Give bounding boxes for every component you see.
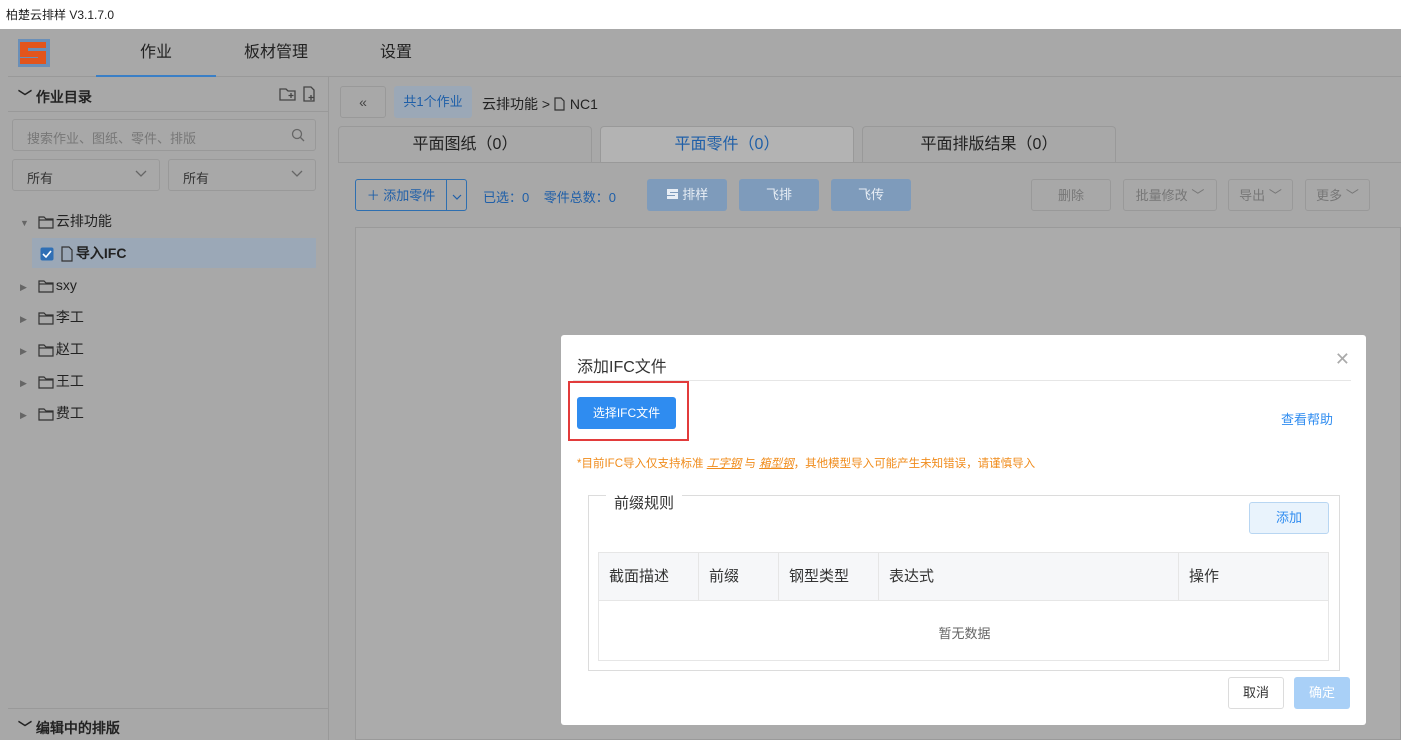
top-nav: 作业 板材管理 设置 [8, 29, 1401, 77]
fly-nest-button[interactable]: 飞排 [739, 179, 819, 211]
part-stats: 已选：0 零件总数：0 [483, 187, 616, 206]
box-steel-link[interactable]: 箱型钢 [759, 458, 794, 470]
caret-right-icon[interactable]: ▶ [20, 368, 34, 398]
section-title: 前缀规则 [606, 492, 683, 513]
close-icon[interactable]: ✕ [1335, 349, 1350, 370]
file-icon [554, 97, 565, 111]
chevron-down-icon [452, 194, 461, 200]
caret-right-icon[interactable]: ▶ [20, 272, 34, 302]
search-input[interactable]: 搜索作业、图纸、零件、排版 [12, 119, 316, 151]
chevron-down-icon: ﹀ [1268, 188, 1282, 203]
selected-count: 已选：0 [483, 190, 530, 205]
breadcrumb: 云排功能 > NC1 [482, 94, 598, 114]
tree-item-folder[interactable]: ▼ 云排功能 [20, 206, 112, 236]
export-button[interactable]: 导出 ﹀ [1228, 179, 1293, 211]
sidebar-title[interactable]: ﹀ 作业目录 [18, 87, 92, 107]
collapse-sidebar-button[interactable]: « [340, 86, 386, 118]
warning-text: *目前IFC导入仅支持标准 工字钢 与 箱型钢，其他模型导入可能产生未知错误，请… [577, 458, 1036, 470]
cancel-button[interactable]: 取消 [1228, 677, 1284, 709]
column-header: 钢型类型 [779, 553, 879, 601]
sidebar-footer-title: 编辑中的排版 [35, 720, 120, 736]
column-header: 截面描述 [599, 553, 699, 601]
new-folder-icon[interactable] [279, 86, 297, 102]
window-title: 柏楚云排样 V3.1.7.0 [0, 0, 1401, 29]
tab-divider [338, 162, 1401, 163]
empty-state-text: 暂无数据 [938, 626, 991, 641]
nest-button[interactable]: 排样 [647, 179, 727, 211]
prefix-rules-table: 截面描述 前缀 钢型类型 表达式 操作 暂无数据 [598, 552, 1329, 661]
add-rule-button[interactable]: 添加 [1249, 502, 1329, 534]
more-button[interactable]: 更多 ﹀ [1305, 179, 1370, 211]
column-header: 前缀 [699, 553, 779, 601]
search-icon [291, 128, 305, 142]
folder-icon [38, 344, 54, 357]
add-part-dropdown[interactable] [446, 180, 466, 210]
i-beam-link[interactable]: 工字钢 [707, 458, 742, 470]
chevron-down-icon: ﹀ [18, 89, 36, 105]
nav-tab-jobs[interactable]: 作业 [96, 29, 216, 77]
chevron-down-icon: ﹀ [1191, 188, 1205, 203]
folder-icon [38, 280, 54, 293]
batch-edit-button[interactable]: 批量修改 ﹀ [1123, 179, 1217, 211]
add-ifc-dialog: 添加IFC文件 ✕ 选择IFC文件 查看帮助 *目前IFC导入仅支持标准 工字钢… [561, 335, 1366, 725]
dialog-divider [573, 380, 1351, 381]
chevron-down-icon: ﹀ [1345, 188, 1359, 203]
nav-tab-sheet-management[interactable]: 板材管理 [216, 29, 336, 77]
breadcrumb-file[interactable]: NC1 [570, 96, 598, 112]
help-link[interactable]: 查看帮助 [1281, 409, 1333, 428]
filter-select-1[interactable]: 所有 [12, 159, 160, 191]
chevron-down-icon: ﹀ [18, 720, 36, 736]
breadcrumb-separator: > [541, 96, 551, 112]
sidebar-header: ﹀ 作业目录 [8, 77, 329, 112]
tree-item-folder[interactable]: ▶ 费工 [20, 398, 84, 428]
column-header: 操作 [1179, 553, 1328, 601]
tab-plane-parts[interactable]: 平面零件（0） [600, 126, 854, 163]
nest-icon [666, 189, 678, 199]
folder-icon [38, 312, 54, 325]
chevron-down-icon [291, 170, 303, 177]
add-part-button[interactable]: ＋ 添加零件 [355, 179, 467, 211]
column-header: 表达式 [879, 553, 1179, 601]
tree-item-folder[interactable]: ▶ 李工 [20, 302, 84, 332]
tab-plane-drawings[interactable]: 平面图纸（0） [338, 126, 592, 163]
caret-right-icon[interactable]: ▶ [20, 304, 34, 334]
folder-icon [38, 408, 54, 421]
delete-button[interactable]: 删除 [1031, 179, 1111, 211]
nav-tab-settings[interactable]: 设置 [336, 29, 456, 77]
caret-right-icon[interactable]: ▶ [20, 400, 34, 430]
confirm-button[interactable]: 确定 [1294, 677, 1350, 709]
caret-right-icon[interactable]: ▶ [20, 336, 34, 366]
total-count: 零件总数：0 [543, 190, 616, 205]
fly-upload-button[interactable]: 飞传 [831, 179, 911, 211]
sidebar-footer[interactable]: ﹀ 编辑中的排版 [8, 708, 329, 740]
folder-icon [38, 376, 54, 389]
breadcrumb-folder[interactable]: 云排功能 [482, 96, 538, 112]
chevron-down-icon [135, 170, 147, 177]
tree-item-folder[interactable]: ▶ 赵工 [20, 334, 84, 364]
tab-plane-nesting-results[interactable]: 平面排版结果（0） [862, 126, 1116, 163]
app-logo-icon [18, 39, 50, 67]
checkbox-checked-icon[interactable] [40, 247, 54, 261]
choose-ifc-file-button[interactable]: 选择IFC文件 [577, 397, 676, 429]
folder-icon [38, 216, 54, 229]
sidebar: ﹀ 作业目录 搜索作业、图纸、零件、排版 所有 所有 ▼ 云排功能 导入IFC … [8, 77, 329, 740]
tree-item-file[interactable]: 导入IFC [32, 238, 316, 268]
search-placeholder: 搜索作业、图纸、零件、排版 [27, 131, 197, 146]
file-icon [61, 246, 73, 262]
new-file-icon[interactable] [301, 86, 317, 102]
job-count-badge[interactable]: 共1个作业 [394, 86, 472, 118]
caret-down-icon[interactable]: ▼ [20, 208, 34, 238]
tree-item-folder[interactable]: ▶ 王工 [20, 366, 84, 396]
tree-item-folder[interactable]: ▶ sxy [20, 270, 77, 300]
dialog-title: 添加IFC文件 [577, 359, 667, 376]
filter-select-2[interactable]: 所有 [168, 159, 316, 191]
